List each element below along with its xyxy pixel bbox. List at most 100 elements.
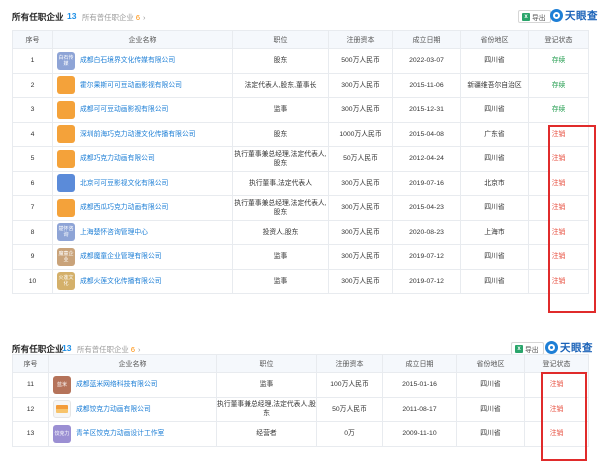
company-name-link[interactable]: 成都饺克力动画有限公司 — [76, 405, 151, 414]
registered-capital: 0万 — [316, 421, 383, 447]
company-logo — [57, 76, 75, 95]
established-date: 2019-07-12 — [392, 244, 461, 270]
tianyancha-logo: 天眼查 — [545, 340, 593, 355]
former-positions-label: 所有曾任职企业 — [82, 13, 134, 22]
row-index: 12 — [12, 396, 49, 422]
row-index: 6 — [12, 170, 53, 196]
region: 四川省 — [456, 396, 525, 422]
established-date: 2015-04-08 — [392, 121, 461, 147]
row-index: 13 — [12, 421, 49, 447]
established-date: 2009-11-10 — [382, 421, 457, 447]
header-col-position: 职位 — [216, 354, 317, 373]
registered-capital: 300万人民币 — [328, 219, 393, 245]
registered-capital: 500万人民币 — [328, 48, 393, 74]
company-logo — [53, 400, 71, 419]
table-row: 11 蓝米 成都蓝米网络科技有限公司 监事 100万人民币 2015-01-16 四川省 注销 — [12, 372, 589, 398]
row-index: 2 — [12, 72, 53, 98]
company-logo — [57, 125, 75, 144]
company-name-link[interactable]: 青羊区饺克力动画设计工作室 — [76, 429, 164, 438]
company-cell: 魔童企业 成都魔童企业管理有限公司 — [52, 244, 233, 270]
company-logo: 楚怀咨询 — [57, 223, 75, 242]
company-cell: 深圳前海巧克力动漫文化传播有限公司 — [52, 121, 233, 147]
registration-status: 存续 — [528, 97, 589, 123]
company-name-link[interactable]: 成都白石境界文化传媒有限公司 — [80, 56, 175, 65]
registered-capital: 300万人民币 — [328, 97, 393, 123]
position: 执行董事兼总经理,法定代表人,股东 — [216, 396, 317, 422]
company-name-link[interactable]: 深圳前海巧克力动漫文化传播有限公司 — [80, 130, 196, 139]
position: 执行董事,法定代表人 — [232, 170, 329, 196]
company-name-link[interactable]: 霍尔果斯可可豆动画影视有限公司 — [80, 81, 182, 90]
registration-status: 存续 — [528, 72, 589, 98]
table-header-row: 序号 企业名称 职位 注册资本 成立日期 省份地区 登记状态 — [12, 354, 589, 373]
row-index: 10 — [12, 268, 53, 294]
panel-current-positions-2: 所有任职企业 13 所有曾任职企业 6 › x 导出 天眼查 序号 企业名称 职位注… — [0, 332, 600, 447]
header-col-capital: 注册资本 — [328, 30, 393, 49]
company-name-link[interactable]: 成都西瓜巧克力动画有限公司 — [80, 203, 168, 212]
table-row: 2 霍尔果斯可可豆动画影视有限公司 法定代表人,股东,董事长 300万人民币 2015-… — [12, 72, 589, 98]
row-index: 1 — [12, 48, 53, 74]
brand-eye-icon — [550, 9, 563, 22]
company-logo: 火莲文化 — [57, 272, 75, 291]
company-name-link[interactable]: 成都可可豆动画影视有限公司 — [80, 105, 168, 114]
established-date: 2015-01-16 — [382, 372, 457, 398]
position-count: 13 — [62, 343, 72, 353]
registration-status: 注销 — [524, 396, 589, 422]
company-cell: 成都可可豆动画影视有限公司 — [52, 97, 233, 123]
export-button[interactable]: x 导出 — [518, 10, 551, 23]
header-col-status: 登记状态 — [528, 30, 589, 49]
table-header-row: 序号 企业名称 职位 注册资本 成立日期 省份地区 登记状态 — [12, 30, 589, 49]
position: 投资人,股东 — [232, 219, 329, 245]
position-count: 13 — [67, 11, 77, 21]
company-cell: 楚怀咨询 上海楚怀咨询管理中心 — [52, 219, 233, 245]
table-row: 13 饺克力 青羊区饺克力动画设计工作室 经营者 0万 2009-11-10 四川省 注销 — [12, 421, 589, 447]
positions-table: 序号 企业名称 职位 注册资本 成立日期 省份地区 登记状态 11 蓝米 成都蓝米网络科技有限公… — [12, 354, 589, 447]
former-positions-count: 6 — [135, 13, 140, 22]
header-col-region: 省份地区 — [460, 30, 529, 49]
company-name-link[interactable]: 成都巧克力动画有限公司 — [80, 154, 155, 163]
row-index: 5 — [12, 146, 53, 172]
region: 四川省 — [460, 268, 529, 294]
excel-icon: x — [522, 12, 530, 21]
company-cell: 火莲文化 成都火莲文化传播有限公司 — [52, 268, 233, 294]
header-col-date: 成立日期 — [382, 354, 457, 373]
position: 监事 — [216, 372, 317, 398]
header-col-company: 企业名称 — [52, 30, 233, 49]
company-name-link[interactable]: 成都蓝米网络科技有限公司 — [76, 380, 158, 389]
export-label: 导出 — [532, 14, 546, 22]
position: 法定代表人,股东,董事长 — [232, 72, 329, 98]
company-cell: 白石传媒 成都白石境界文化传媒有限公司 — [52, 48, 233, 74]
registration-status: 注销 — [528, 170, 589, 196]
row-index: 4 — [12, 121, 53, 147]
header-col-capital: 注册资本 — [316, 354, 383, 373]
registered-capital: 1000万人民币 — [328, 121, 393, 147]
company-logo: 蓝米 — [53, 375, 71, 394]
region: 四川省 — [460, 48, 529, 74]
position: 监事 — [232, 268, 329, 294]
registration-status: 注销 — [528, 219, 589, 245]
position: 监事 — [232, 97, 329, 123]
company-cell: 霍尔果斯可可豆动画影视有限公司 — [52, 72, 233, 98]
table-row: 10 火莲文化 成都火莲文化传播有限公司 监事 300万人民币 2019-07-12 四川省… — [12, 268, 589, 294]
registration-status: 注销 — [528, 244, 589, 270]
company-logo: 魔童企业 — [57, 247, 75, 266]
company-name-link[interactable]: 成都火莲文化传播有限公司 — [80, 277, 162, 286]
header-col-index: 序号 — [12, 354, 49, 373]
registration-status: 注销 — [528, 268, 589, 294]
established-date: 2011-08-17 — [382, 396, 457, 422]
company-name-link[interactable]: 上海楚怀咨询管理中心 — [80, 228, 148, 237]
registered-capital: 50万人民币 — [328, 146, 393, 172]
header-col-company: 企业名称 — [48, 354, 217, 373]
former-positions-link[interactable]: 所有曾任职企业 6 › — [82, 12, 145, 23]
registration-status: 注销 — [528, 121, 589, 147]
region: 四川省 — [456, 372, 525, 398]
table-row: 3 成都可可豆动画影视有限公司 监事 300万人民币 2015-12-31 四川省 存续 — [12, 97, 589, 123]
position: 经营者 — [216, 421, 317, 447]
panel-title: 所有任职企业 — [12, 12, 64, 22]
company-name-link[interactable]: 北京可可豆影视文化有限公司 — [80, 179, 168, 188]
company-cell: 成都饺克力动画有限公司 — [48, 396, 217, 422]
position: 股东 — [232, 121, 329, 147]
positions-table: 序号 企业名称 职位 注册资本 成立日期 省份地区 登记状态 1 白石传媒 成都白石境界文化传媒… — [12, 30, 589, 294]
header-col-status: 登记状态 — [524, 354, 589, 373]
company-name-link[interactable]: 成都魔童企业管理有限公司 — [80, 252, 162, 261]
established-date: 2012-04-24 — [392, 146, 461, 172]
